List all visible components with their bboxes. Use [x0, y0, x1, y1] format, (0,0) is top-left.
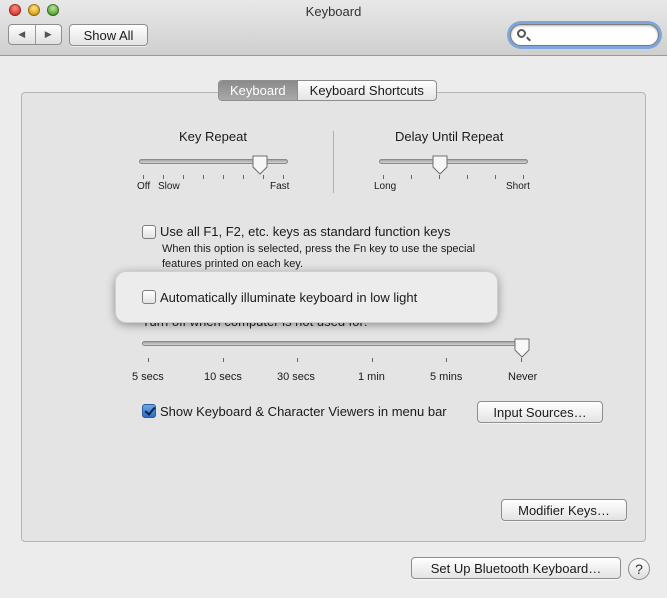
delay-slider-track[interactable]	[379, 159, 528, 164]
turn-off-tick-1-min: 1 min	[358, 371, 385, 383]
delay-until-repeat-title: Delay Until Repeat	[395, 129, 504, 144]
turn-off-ticks	[148, 358, 522, 362]
turn-off-tick-30-secs: 30 secs	[277, 371, 315, 383]
input-sources-button[interactable]: Input Sources…	[477, 401, 603, 423]
turn-off-tick-5-mins: 5 mins	[430, 371, 463, 383]
modifier-keys-button[interactable]: Modifier Keys…	[501, 499, 627, 521]
show-all-button[interactable]: Show All	[69, 24, 148, 46]
illuminate-checkbox[interactable]	[142, 290, 156, 304]
key-repeat-slow-label: Slow	[158, 181, 180, 192]
back-forward-control: ◀ ▶	[8, 24, 62, 45]
section-divider	[333, 131, 334, 193]
key-repeat-slider-thumb[interactable]	[252, 155, 268, 175]
key-repeat-ticks	[143, 175, 284, 179]
function-keys-label[interactable]: Use all F1, F2, etc. keys as standard fu…	[160, 224, 450, 239]
turn-off-tick-never: Never	[508, 371, 538, 383]
key-repeat-fast-label: Fast	[270, 181, 290, 192]
function-keys-help-line-1: When this option is selected, press the …	[162, 243, 476, 255]
window-title: Keyboard	[305, 4, 362, 19]
delay-slider-thumb[interactable]	[432, 155, 448, 175]
turn-off-slider-track[interactable]	[142, 341, 526, 346]
viewers-label[interactable]: Show Keyboard & Character Viewers in men…	[160, 404, 447, 419]
key-repeat-off-label: Off	[137, 181, 151, 192]
titlebar: Keyboard ◀ ▶ Show All	[0, 0, 667, 56]
viewers-checkbox[interactable]	[142, 404, 156, 418]
back-button[interactable]: ◀	[9, 25, 35, 44]
help-button[interactable]: ?	[628, 558, 650, 580]
delay-ticks	[383, 175, 524, 179]
delay-long-label: Long	[374, 181, 397, 192]
set-up-bluetooth-keyboard-button[interactable]: Set Up Bluetooth Keyboard…	[411, 557, 621, 579]
function-keys-help-line-2: features printed on each key.	[162, 258, 304, 270]
tab-keyboard-shortcuts[interactable]: Keyboard Shortcuts	[296, 81, 436, 100]
illuminate-label[interactable]: Automatically illuminate keyboard in low…	[160, 290, 417, 305]
function-keys-checkbox[interactable]	[142, 225, 156, 239]
back-arrow-icon: ◀	[18, 29, 26, 39]
key-repeat-title: Key Repeat	[179, 129, 247, 144]
turn-off-tick-10-secs: 10 secs	[204, 371, 242, 383]
tab-keyboard[interactable]: Keyboard	[219, 81, 297, 100]
turn-off-slider-thumb[interactable]	[514, 338, 530, 358]
keyboard-preferences-window: Keyboard ◀ ▶ Show All Keyboard Keyboard …	[0, 0, 667, 598]
turn-off-tick-5-secs: 5 secs	[132, 371, 164, 383]
tab-bar: Keyboard Keyboard Shortcuts	[218, 80, 437, 101]
forward-arrow-icon: ▶	[44, 29, 52, 39]
search-field[interactable]	[510, 24, 659, 46]
forward-button[interactable]: ▶	[34, 25, 62, 44]
delay-short-label: Short	[506, 181, 530, 192]
search-icon	[517, 29, 526, 38]
